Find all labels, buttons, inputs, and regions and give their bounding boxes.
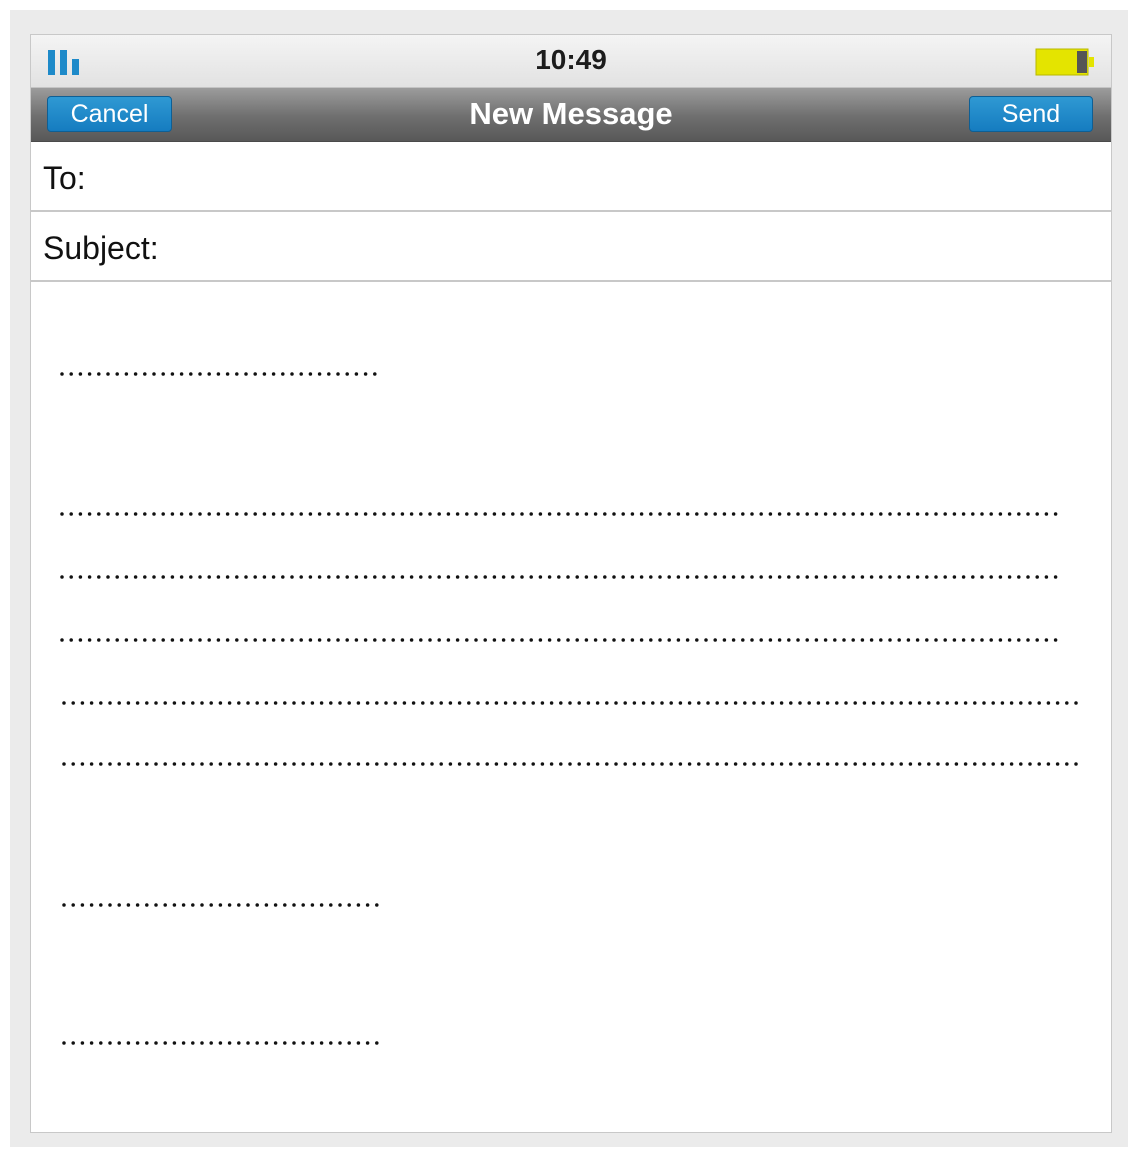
message-body[interactable] [0,0,1130,1149]
